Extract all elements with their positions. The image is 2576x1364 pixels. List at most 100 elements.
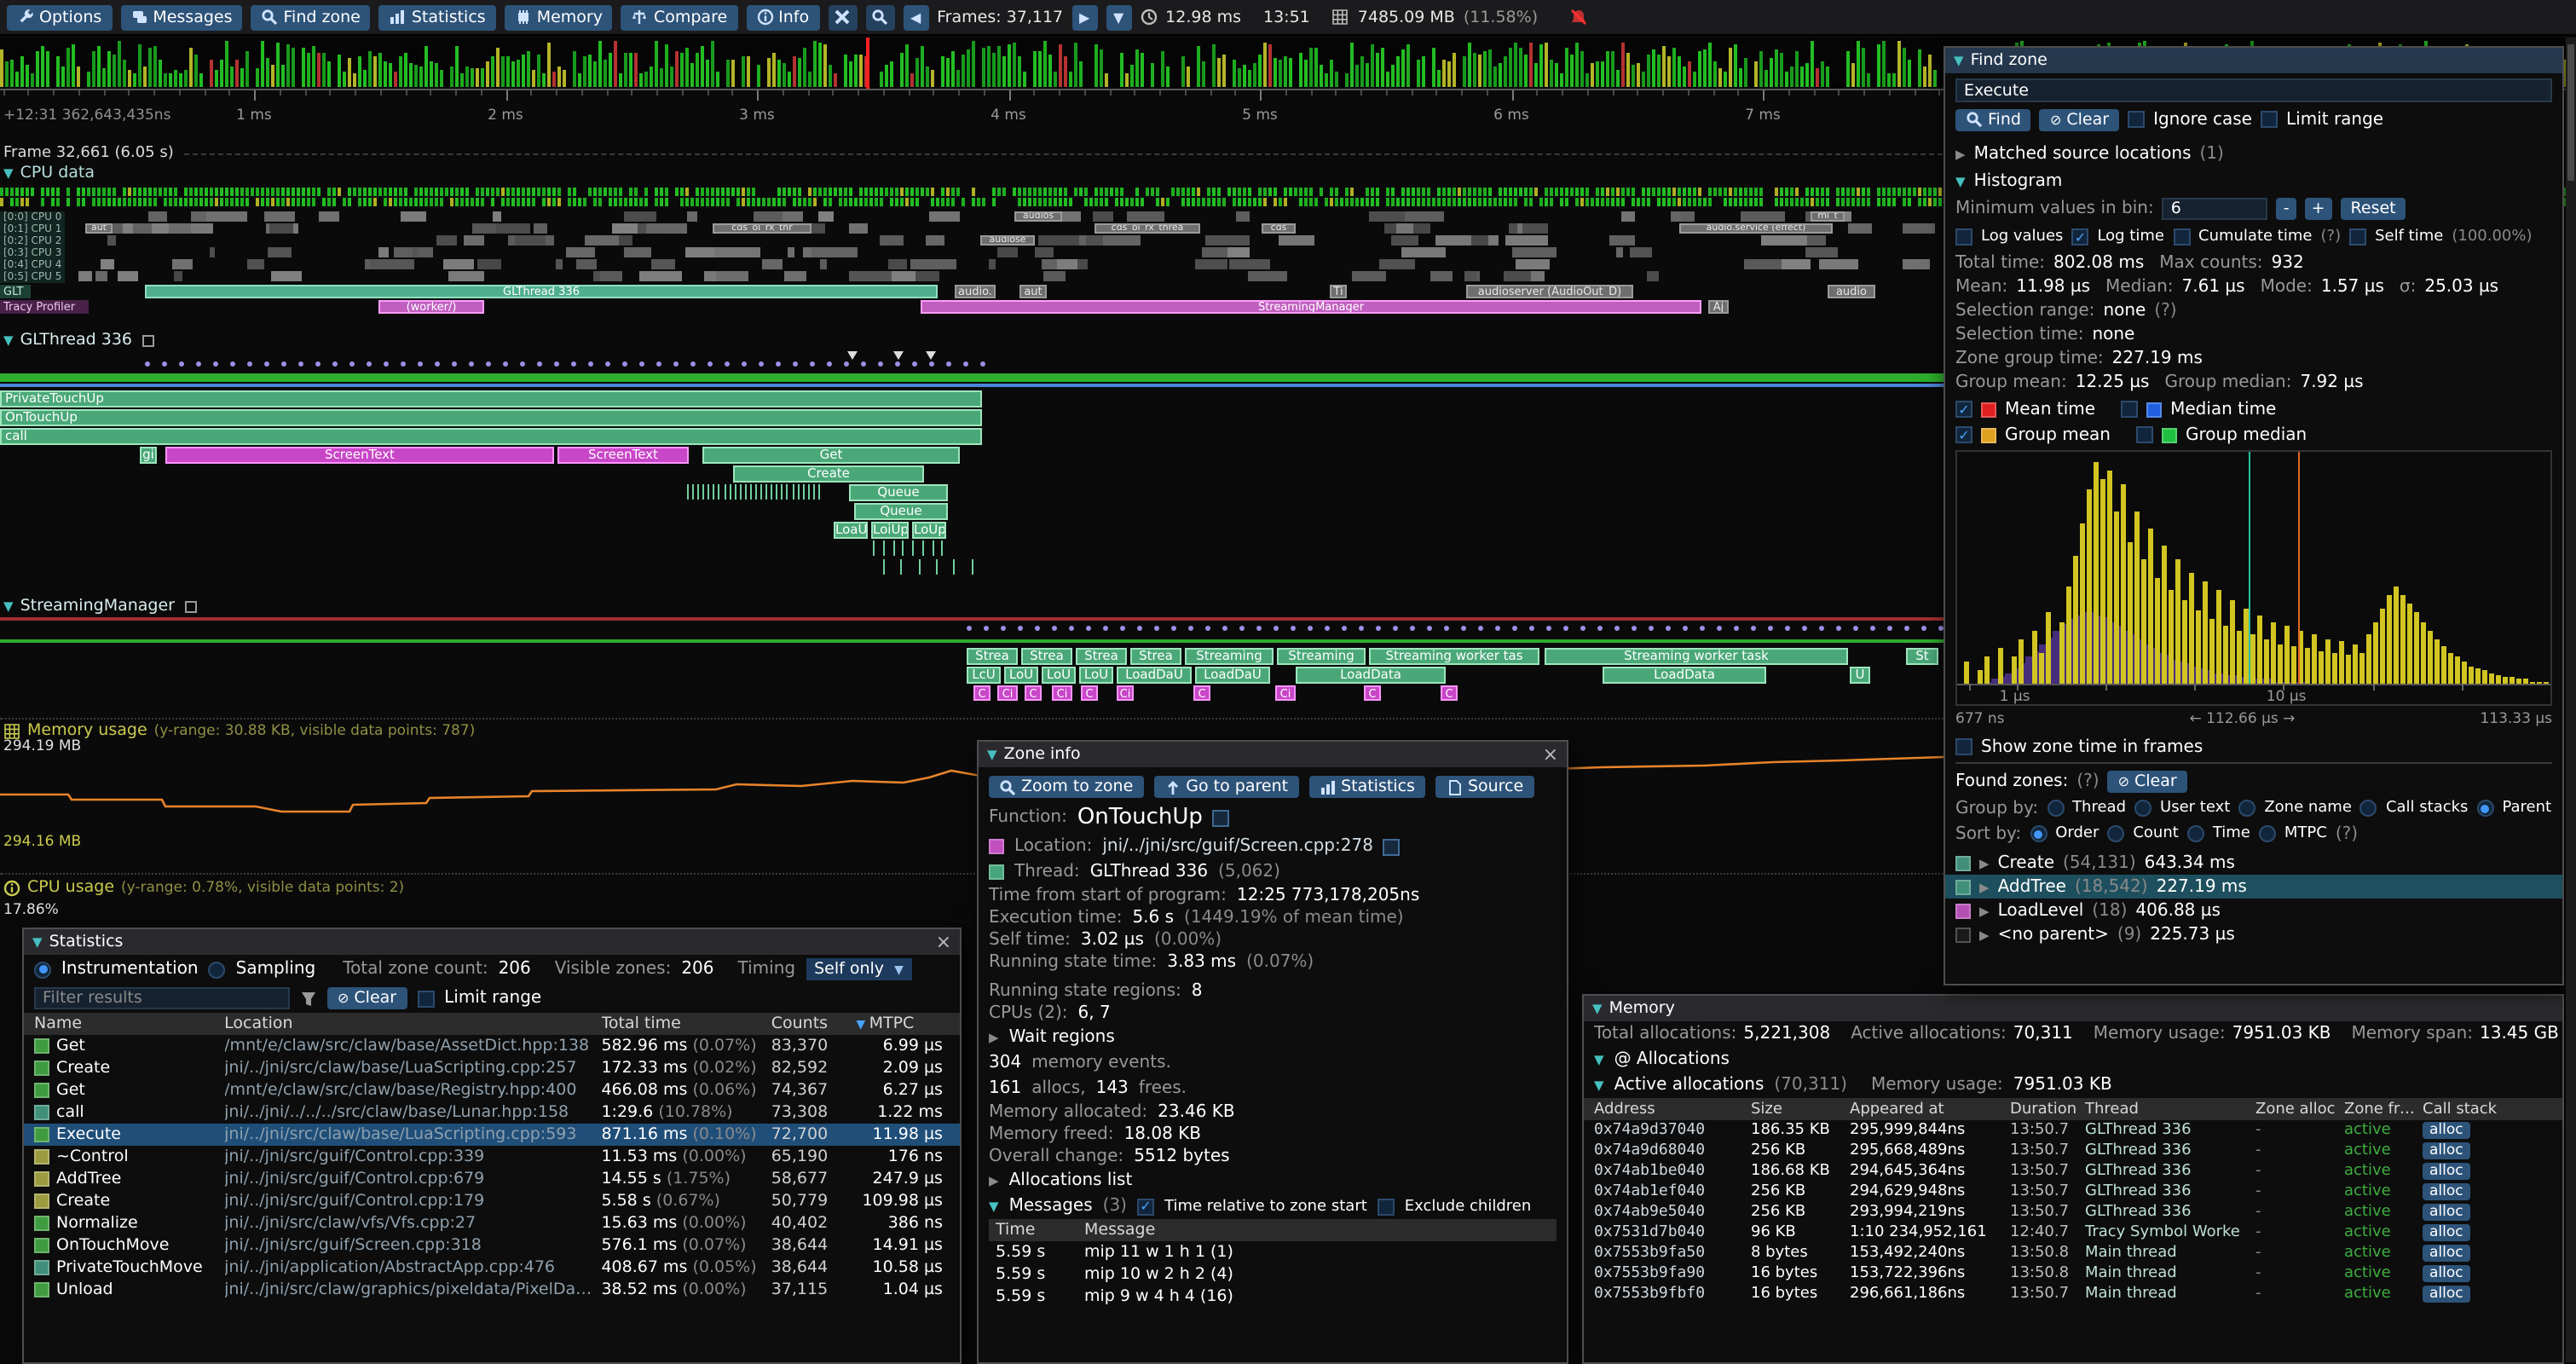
cpu-core-slice[interactable] bbox=[96, 271, 108, 280]
statistics-button[interactable]: Statistics bbox=[379, 4, 496, 30]
cpu-core-slice[interactable] bbox=[1848, 223, 1872, 233]
cpu-core-zone[interactable]: audiose bbox=[980, 235, 1035, 245]
profiler-zone[interactable]: ScreenText bbox=[165, 447, 554, 464]
marker-dot[interactable] bbox=[673, 361, 679, 367]
marker-dot[interactable] bbox=[452, 361, 457, 367]
thread-activity-zone[interactable]: audio. bbox=[955, 285, 996, 298]
profiler-zone[interactable]: C bbox=[1193, 685, 1210, 701]
ignore-case-checkbox[interactable] bbox=[2128, 111, 2145, 128]
expand-icon[interactable]: ▶ bbox=[1979, 903, 1990, 918]
option-checkbox[interactable] bbox=[1955, 228, 1972, 246]
marker-dot[interactable] bbox=[1222, 626, 1227, 631]
profiler-zone[interactable]: Strea bbox=[967, 648, 1018, 665]
statistics-row[interactable]: Createjni/../jni/src/claw/base/LuaScript… bbox=[24, 1057, 960, 1079]
wait-regions-row[interactable]: ▶Wait regions bbox=[979, 1025, 1567, 1050]
cpu-core-slice[interactable] bbox=[400, 211, 426, 221]
cpu-core-slice[interactable] bbox=[1044, 271, 1066, 280]
allocations-header-row[interactable]: ▼@ Allocations bbox=[1584, 1047, 2562, 1072]
marker-dot[interactable] bbox=[861, 361, 866, 367]
collapse-icon[interactable]: ▼ bbox=[32, 934, 43, 950]
marker-dot[interactable] bbox=[1614, 626, 1620, 631]
profiler-zone[interactable]: Queue bbox=[849, 484, 948, 501]
cpu-core-slice[interactable] bbox=[576, 259, 596, 269]
allocation-row[interactable]: 0x7553b9fa508 bytes153,492,240ns13:50.8M… bbox=[1584, 1243, 2562, 1263]
collapse-icon[interactable]: ▼ bbox=[3, 598, 14, 614]
cpu-core-slice[interactable] bbox=[124, 223, 133, 233]
marker-dot[interactable] bbox=[588, 361, 593, 367]
marker-dot[interactable] bbox=[742, 361, 747, 367]
cpu-core-slice[interactable] bbox=[1402, 211, 1444, 221]
cpu-core-slice[interactable] bbox=[1671, 211, 1680, 221]
allocation-row[interactable]: 0x74ab1be040186.68 KB294,645,364ns13:50.… bbox=[1584, 1161, 2562, 1182]
column-header[interactable]: Location bbox=[224, 1014, 601, 1033]
address-cell[interactable]: 0x74a9d37040 bbox=[1594, 1122, 1751, 1139]
cpu-core-slice[interactable] bbox=[1615, 247, 1624, 257]
radio-option[interactable] bbox=[2259, 825, 2276, 842]
marker-dot[interactable] bbox=[349, 361, 355, 367]
marker-dot[interactable] bbox=[605, 361, 610, 367]
marker-dot[interactable] bbox=[1291, 626, 1296, 631]
cpu-core-slice[interactable] bbox=[1766, 235, 1807, 245]
cpu-core-slice[interactable] bbox=[1516, 247, 1557, 257]
marker-dot[interactable] bbox=[1768, 626, 1773, 631]
thread-cell[interactable]: Main thread bbox=[2085, 1265, 2255, 1282]
allocation-row[interactable]: 0x74ab1ef040256 KB294,629,948ns13:50.7GL… bbox=[1584, 1182, 2562, 1202]
glthread-section-header[interactable]: ▼GLThread 336 bbox=[3, 331, 685, 350]
cpu-core-slice[interactable] bbox=[1034, 247, 1054, 257]
marker-dot[interactable] bbox=[1342, 626, 1347, 631]
cpu-core-slice[interactable] bbox=[910, 259, 956, 269]
profiler-zone[interactable]: Streaming bbox=[1277, 648, 1366, 665]
profiler-zone[interactable]: call bbox=[0, 428, 982, 445]
callstack-button[interactable]: alloc bbox=[2423, 1142, 2470, 1159]
marker-dot[interactable] bbox=[213, 361, 218, 367]
callstack-button[interactable]: alloc bbox=[2423, 1204, 2470, 1221]
marker-dot[interactable] bbox=[827, 361, 832, 367]
appeared-cell[interactable]: 294,645,364ns bbox=[1850, 1163, 2010, 1180]
cpu-core-slice[interactable] bbox=[623, 247, 651, 257]
memory-titlebar[interactable]: ▼ Memory bbox=[1584, 996, 2562, 1021]
mode-radio[interactable] bbox=[209, 961, 226, 978]
radio-option[interactable] bbox=[2476, 800, 2493, 817]
column-header-label[interactable]: Appeared at bbox=[1850, 1101, 2010, 1118]
column-header[interactable]: Total time bbox=[601, 1014, 771, 1033]
cpu-core-slice[interactable] bbox=[652, 259, 674, 269]
found-zone-group-row[interactable]: ▶AddTree(18,542)227.19 ms bbox=[1945, 875, 2562, 899]
cpu-core-slice[interactable] bbox=[1093, 211, 1114, 221]
marker-dot[interactable] bbox=[1683, 626, 1688, 631]
cpu-core-slice[interactable] bbox=[1195, 259, 1227, 269]
cpu-core-slice[interactable] bbox=[1903, 223, 1936, 233]
profiler-zone[interactable]: ScreenText bbox=[557, 447, 689, 464]
mode-radio[interactable] bbox=[34, 961, 51, 978]
messages-header-row[interactable]: ▼Messages(3)✓Time relative to zone start… bbox=[979, 1194, 1567, 1219]
marker-dot[interactable] bbox=[1512, 626, 1517, 631]
statistics-row[interactable]: calljni/../jni/../../../src/claw/base/Lu… bbox=[24, 1101, 960, 1124]
find-zone-search-input[interactable]: Execute bbox=[1955, 78, 2552, 102]
marker-dot[interactable] bbox=[1103, 626, 1108, 631]
cpu-core-slice[interactable] bbox=[1043, 259, 1056, 269]
next-frame-button[interactable]: ▶ bbox=[1071, 4, 1097, 30]
marker-dot[interactable] bbox=[503, 361, 508, 367]
column-header-label[interactable]: Zone free bbox=[2344, 1101, 2423, 1118]
cpu-core-slice[interactable] bbox=[818, 211, 834, 221]
cpu-core-slice[interactable] bbox=[753, 211, 783, 221]
go-to-parent-button[interactable]: Go to parent bbox=[1153, 776, 1298, 798]
cpu-core-slice[interactable] bbox=[1104, 235, 1141, 245]
cpu-core-slice[interactable] bbox=[997, 247, 1019, 257]
curve-checkbox[interactable]: ✓ bbox=[1955, 401, 1972, 418]
vertical-scrollbar[interactable] bbox=[2565, 38, 2575, 1362]
statistics-row[interactable]: PrivateTouchMovejni/../jni/application/A… bbox=[24, 1257, 960, 1279]
message-row[interactable]: 5.59 smip 11 w 1 h 1 (1) bbox=[989, 1241, 1557, 1263]
marker-dot[interactable] bbox=[1137, 626, 1142, 631]
marker-dot[interactable] bbox=[793, 361, 798, 367]
cpu-core-slice[interactable] bbox=[716, 271, 748, 280]
cpu-core-slice[interactable] bbox=[612, 223, 638, 233]
cpu-core-slice[interactable] bbox=[1061, 211, 1081, 221]
marker-dot[interactable] bbox=[179, 361, 184, 367]
thread-cell[interactable]: GLThread 336 bbox=[2085, 1142, 2255, 1159]
column-header-label[interactable]: Call stack bbox=[2423, 1101, 2518, 1118]
marker-dot[interactable] bbox=[1171, 626, 1176, 631]
marker-dot[interactable] bbox=[1597, 626, 1603, 631]
appeared-cell[interactable]: 295,668,489ns bbox=[1850, 1142, 2010, 1159]
marker-dot[interactable] bbox=[1359, 626, 1364, 631]
radio-option[interactable] bbox=[2238, 800, 2255, 817]
